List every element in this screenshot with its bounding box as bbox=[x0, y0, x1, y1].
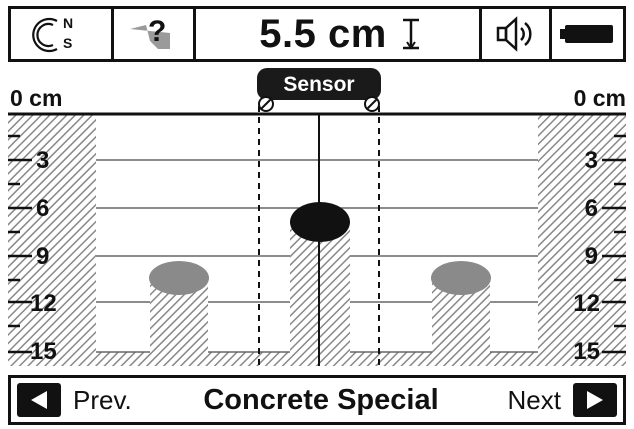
depth-tick-left-3: 3 bbox=[36, 147, 49, 174]
detection-view: Sensor 0 cm 0 cm 3 6 9 12 15 3 6 9 12 15 bbox=[0, 62, 634, 374]
mode-title: Concrete Special bbox=[203, 384, 439, 416]
depth-tick-right-12: 12 bbox=[573, 290, 600, 317]
battery-icon bbox=[560, 25, 613, 43]
compass-icon: N S bbox=[32, 15, 73, 53]
speaker-cell[interactable] bbox=[482, 9, 552, 59]
prev-arrow-icon[interactable] bbox=[17, 383, 61, 417]
depth-tick-right-3: 3 bbox=[585, 147, 598, 174]
compass-cell: N S bbox=[11, 9, 113, 59]
next-button[interactable]: Next bbox=[508, 382, 617, 418]
compass-south-label: S bbox=[63, 35, 72, 51]
detection-plot: Sensor 0 cm 0 cm 3 6 9 12 15 3 6 9 12 15 bbox=[8, 68, 626, 366]
depth-tick-left-9: 9 bbox=[36, 243, 49, 270]
help-question-mark: ? bbox=[148, 15, 166, 48]
depth-tick-left-12: 12 bbox=[30, 290, 57, 317]
speaker-icon[interactable] bbox=[488, 11, 548, 57]
depth-tick-left-6: 6 bbox=[36, 195, 49, 222]
right-object bbox=[431, 261, 491, 295]
detector-display: N S ? 5.5 cm Sensor 0 cm 0 cm 3 6 9 12 1… bbox=[0, 0, 634, 429]
prev-button[interactable]: Prev. bbox=[17, 382, 132, 418]
depth-tick-right-6: 6 bbox=[585, 195, 598, 222]
depth-label-top-left: 0 cm bbox=[10, 85, 62, 111]
battery-cell bbox=[552, 9, 624, 59]
depth-reading: 5.5 cm bbox=[196, 9, 486, 59]
bottom-band bbox=[8, 352, 626, 366]
left-object bbox=[149, 261, 209, 295]
depth-reading-value: 5.5 cm bbox=[259, 11, 387, 56]
depth-tick-right-15: 15 bbox=[573, 338, 600, 365]
calibration-help-icon[interactable]: ? bbox=[124, 11, 184, 57]
sensor-label: Sensor bbox=[283, 73, 354, 96]
prev-label[interactable]: Prev. bbox=[73, 385, 132, 416]
depth-label-top-right: 0 cm bbox=[574, 85, 626, 111]
depth-tick-left-15: 15 bbox=[30, 338, 57, 365]
depth-tick-right-9: 9 bbox=[585, 243, 598, 270]
mode-nav-bar: Prev. Concrete Special Next bbox=[8, 375, 626, 425]
right-ruler-strip bbox=[538, 114, 626, 354]
left-ruler-strip bbox=[8, 114, 96, 354]
next-label[interactable]: Next bbox=[508, 385, 561, 416]
compass-north-label: N bbox=[63, 15, 73, 31]
status-bar: N S ? 5.5 cm bbox=[8, 6, 626, 62]
help-cell[interactable]: ? bbox=[114, 9, 194, 59]
next-arrow-icon[interactable] bbox=[573, 383, 617, 417]
depth-indicator-icon bbox=[402, 18, 419, 50]
